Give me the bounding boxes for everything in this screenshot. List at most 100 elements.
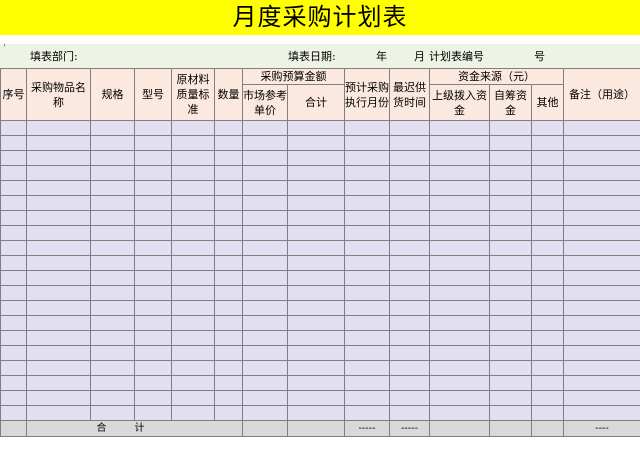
table-cell[interactable] (389, 285, 430, 301)
table-cell[interactable] (90, 180, 135, 196)
table-cell[interactable] (134, 330, 172, 346)
table-cell[interactable] (134, 165, 172, 181)
table-cell[interactable] (389, 360, 430, 376)
table-cell[interactable] (242, 180, 288, 196)
table-cell[interactable] (90, 270, 135, 286)
table-cell[interactable] (429, 225, 490, 241)
table-cell[interactable] (242, 315, 288, 331)
table-cell[interactable] (563, 330, 640, 346)
table-cell[interactable] (531, 315, 564, 331)
table-cell[interactable] (0, 195, 27, 211)
table-cell[interactable] (489, 345, 532, 361)
table-cell[interactable] (287, 390, 345, 406)
table-cell[interactable] (489, 195, 532, 211)
table-cell[interactable] (429, 315, 490, 331)
table-cell[interactable] (489, 390, 532, 406)
table-cell[interactable] (563, 120, 640, 136)
table-cell[interactable] (429, 180, 490, 196)
table-cell[interactable] (389, 300, 430, 316)
table-cell[interactable] (287, 120, 345, 136)
table-cell[interactable] (287, 405, 345, 421)
table-cell[interactable] (344, 180, 390, 196)
table-cell[interactable] (134, 180, 172, 196)
table-cell[interactable] (0, 135, 27, 151)
table-cell[interactable] (26, 165, 91, 181)
table-cell[interactable] (429, 150, 490, 166)
table-cell[interactable] (563, 270, 640, 286)
table-cell[interactable] (242, 330, 288, 346)
table-cell[interactable] (287, 345, 345, 361)
table-cell[interactable] (242, 375, 288, 391)
table-cell[interactable] (26, 195, 91, 211)
table-cell[interactable] (563, 315, 640, 331)
table-cell[interactable] (563, 135, 640, 151)
table-cell[interactable] (214, 330, 243, 346)
table-cell[interactable] (90, 360, 135, 376)
table-cell[interactable] (214, 360, 243, 376)
table-cell[interactable] (214, 405, 243, 421)
table-cell[interactable] (489, 270, 532, 286)
table-cell[interactable] (429, 285, 490, 301)
table-cell[interactable] (389, 330, 430, 346)
table-cell[interactable] (489, 375, 532, 391)
table-cell[interactable] (563, 360, 640, 376)
table-cell[interactable] (287, 240, 345, 256)
table-cell[interactable] (134, 375, 172, 391)
table-cell[interactable] (26, 330, 91, 346)
table-cell[interactable] (214, 180, 243, 196)
table-cell[interactable] (563, 210, 640, 226)
table-cell[interactable] (287, 315, 345, 331)
table-cell[interactable] (389, 315, 430, 331)
table-cell[interactable] (344, 240, 390, 256)
table-cell[interactable] (389, 165, 430, 181)
table-cell[interactable] (90, 120, 135, 136)
table-cell[interactable] (429, 405, 490, 421)
table-cell[interactable] (134, 210, 172, 226)
table-cell[interactable] (26, 135, 91, 151)
table-cell[interactable] (287, 210, 345, 226)
table-cell[interactable] (242, 300, 288, 316)
table-cell[interactable] (563, 390, 640, 406)
table-cell[interactable] (429, 330, 490, 346)
table-cell[interactable] (389, 135, 430, 151)
table-cell[interactable] (171, 375, 215, 391)
table-cell[interactable] (287, 330, 345, 346)
table-cell[interactable] (344, 195, 390, 211)
table-cell[interactable] (344, 270, 390, 286)
table-cell[interactable] (429, 345, 490, 361)
table-cell[interactable] (0, 390, 27, 406)
table-cell[interactable] (287, 270, 345, 286)
table-cell[interactable] (90, 285, 135, 301)
table-cell[interactable] (489, 300, 532, 316)
table-cell[interactable] (287, 150, 345, 166)
table-cell[interactable] (90, 345, 135, 361)
table-cell[interactable] (489, 150, 532, 166)
table-cell[interactable] (489, 315, 532, 331)
table-cell[interactable] (26, 345, 91, 361)
table-cell[interactable] (134, 120, 172, 136)
table-cell[interactable] (242, 225, 288, 241)
table-cell[interactable] (563, 375, 640, 391)
table-cell[interactable] (26, 180, 91, 196)
table-cell[interactable] (531, 330, 564, 346)
table-cell[interactable] (531, 345, 564, 361)
table-cell[interactable] (563, 300, 640, 316)
table-cell[interactable] (531, 210, 564, 226)
table-cell[interactable] (563, 225, 640, 241)
table-cell[interactable] (429, 270, 490, 286)
table-cell[interactable] (344, 255, 390, 271)
table-cell[interactable] (134, 195, 172, 211)
table-cell[interactable] (26, 315, 91, 331)
table-cell[interactable] (531, 255, 564, 271)
table-cell[interactable] (344, 300, 390, 316)
table-cell[interactable] (563, 405, 640, 421)
table-cell[interactable] (0, 165, 27, 181)
table-cell[interactable] (429, 390, 490, 406)
table-cell[interactable] (90, 165, 135, 181)
table-cell[interactable] (214, 255, 243, 271)
table-cell[interactable] (389, 345, 430, 361)
table-cell[interactable] (242, 285, 288, 301)
table-cell[interactable] (214, 150, 243, 166)
table-cell[interactable] (242, 255, 288, 271)
table-cell[interactable] (26, 120, 91, 136)
